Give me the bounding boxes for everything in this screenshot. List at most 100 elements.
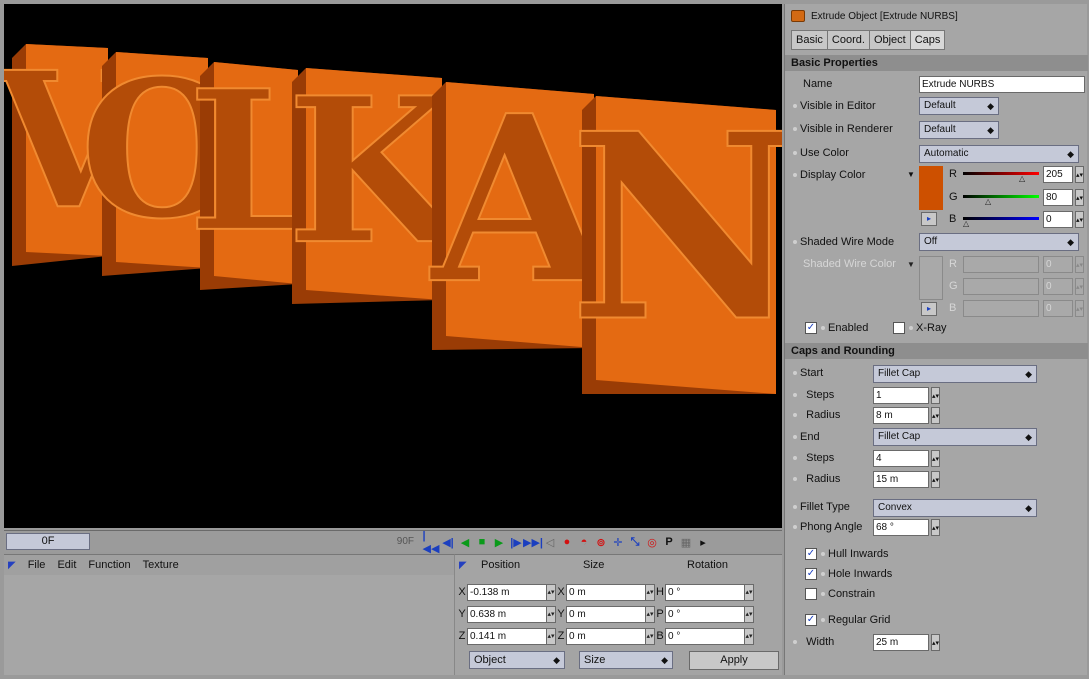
rotation-track-icon[interactable]: ◎ [645, 534, 659, 550]
start-steps-input[interactable]: 1 [873, 387, 929, 404]
animation-dot-icon[interactable] [793, 505, 797, 510]
size-mode-dropdown[interactable]: Size ◆ [579, 651, 673, 669]
size-y-input[interactable]: 0 m [566, 605, 646, 623]
color-r-stepper[interactable]: ▴▾ [1075, 166, 1084, 183]
regular-grid-checkbox[interactable]: ✓ [805, 614, 817, 626]
more-icon[interactable]: ▸ [696, 534, 710, 550]
animation-dot-icon[interactable] [909, 326, 913, 331]
tab-caps[interactable]: Caps [909, 30, 946, 50]
animation-dot-icon[interactable] [821, 326, 825, 331]
caps-and-rounding-header[interactable]: Caps and Rounding [785, 343, 1088, 359]
start-cap-dropdown[interactable]: Fillet Cap ◆ [873, 365, 1037, 383]
rotation-p-stepper[interactable]: ▴▾ [745, 605, 754, 623]
rotation-b-stepper[interactable]: ▴▾ [745, 627, 754, 645]
sound-icon[interactable]: ◁ [543, 534, 557, 550]
material-area[interactable] [4, 575, 454, 675]
slider-knob-icon[interactable]: △ [1019, 174, 1025, 183]
color-expand-icon[interactable]: ▼ [907, 168, 915, 182]
color-g-input[interactable]: 80 [1043, 189, 1073, 206]
wire-color-toggle-icon[interactable]: ▸ [921, 302, 937, 316]
current-frame-field[interactable]: 0F [6, 533, 90, 550]
animation-dot-icon[interactable] [793, 151, 797, 156]
scale-track-icon[interactable]: ⤡ [628, 534, 642, 550]
hole-inwards-checkbox[interactable]: ✓ [805, 568, 817, 580]
menu-texture[interactable]: Texture [143, 559, 179, 571]
menu-function[interactable]: Function [88, 559, 130, 571]
end-cap-dropdown[interactable]: Fillet Cap ◆ [873, 428, 1037, 446]
apply-button[interactable]: Apply [689, 651, 779, 670]
size-y-stepper[interactable]: ▴▾ [646, 605, 655, 623]
fillet-type-dropdown[interactable]: Convex ◆ [873, 499, 1037, 517]
animation-dot-icon[interactable] [793, 477, 797, 482]
animation-dot-icon[interactable] [793, 640, 797, 645]
start-steps-stepper[interactable]: ▴▾ [931, 387, 940, 404]
wire-color-expand-icon[interactable]: ▼ [907, 258, 915, 272]
animation-dot-icon[interactable] [793, 413, 797, 418]
record-icon[interactable]: ● [560, 534, 574, 550]
color-b-input[interactable]: 0 [1043, 211, 1073, 228]
letter-n-5[interactable]: N [568, 78, 782, 394]
play-backward-icon[interactable]: ◀ [458, 534, 472, 550]
animation-dot-icon[interactable] [793, 525, 797, 530]
play-forward-icon[interactable]: ▶ [492, 534, 506, 550]
visible-in-renderer-dropdown[interactable]: Default ◆ [919, 121, 999, 139]
tab-object[interactable]: Object [868, 30, 911, 50]
next-key-icon[interactable]: |▶ [509, 534, 523, 550]
menu-edit[interactable]: Edit [57, 559, 76, 571]
animation-dot-icon[interactable] [821, 618, 825, 623]
phong-angle-stepper[interactable]: ▴▾ [931, 519, 940, 536]
position-z-stepper[interactable]: ▴▾ [547, 627, 556, 645]
animation-dot-icon[interactable] [793, 104, 797, 109]
animation-dot-icon[interactable] [821, 572, 825, 577]
menu-file[interactable]: File [28, 559, 46, 571]
animation-dot-icon[interactable] [821, 592, 825, 597]
hull-inwards-checkbox[interactable]: ✓ [805, 548, 817, 560]
size-z-input[interactable]: 0 m [566, 627, 646, 645]
prev-key-icon[interactable]: ◀| [441, 534, 455, 550]
visible-in-editor-dropdown[interactable]: Default ◆ [919, 97, 999, 115]
color-b-slider[interactable]: △ [963, 213, 1039, 228]
start-radius-input[interactable]: 8 m [873, 407, 929, 424]
position-x-stepper[interactable]: ▴▾ [547, 583, 556, 601]
shaded-wire-mode-dropdown[interactable]: Off ◆ [919, 233, 1079, 251]
slider-knob-icon[interactable]: △ [963, 219, 969, 228]
pla-track-icon[interactable]: ▦ [679, 534, 693, 550]
color-picker-toggle-icon[interactable]: ▸ [921, 212, 937, 226]
tab-basic[interactable]: Basic [791, 30, 828, 50]
position-y-stepper[interactable]: ▴▾ [547, 605, 556, 623]
phong-angle-input[interactable]: 68 ° [873, 519, 929, 536]
size-x-input[interactable]: 0 m [566, 583, 646, 601]
animation-dot-icon[interactable] [793, 435, 797, 440]
stop-icon[interactable]: ■ [475, 534, 489, 550]
slider-knob-icon[interactable]: △ [985, 197, 991, 206]
rotation-b-input[interactable]: 0 ° [665, 627, 745, 645]
start-radius-stepper[interactable]: ▴▾ [931, 407, 940, 424]
position-x-input[interactable]: -0.138 m [467, 583, 547, 601]
name-input[interactable]: Extrude NURBS [919, 76, 1085, 93]
color-r-input[interactable]: 205 [1043, 166, 1073, 183]
size-z-stepper[interactable]: ▴▾ [646, 627, 655, 645]
constrain-checkbox[interactable]: ✓ [805, 588, 817, 600]
rotation-h-stepper[interactable]: ▴▾ [745, 583, 754, 601]
position-y-input[interactable]: 0.638 m [467, 605, 547, 623]
position-track-icon[interactable]: ✛ [611, 534, 625, 550]
coords-arrow-icon[interactable]: ◤ [459, 559, 467, 575]
coord-mode-dropdown[interactable]: Object ◆ [469, 651, 565, 669]
display-color-swatch[interactable] [919, 166, 943, 210]
color-g-stepper[interactable]: ▴▾ [1075, 189, 1084, 206]
animation-dot-icon[interactable] [793, 371, 797, 376]
xray-checkbox[interactable]: ✓ [893, 322, 905, 334]
animation-dot-icon[interactable] [821, 552, 825, 557]
end-radius-input[interactable]: 15 m [873, 471, 929, 488]
width-stepper[interactable]: ▴▾ [931, 634, 940, 651]
parameter-track-icon[interactable]: P [662, 534, 676, 550]
animation-dot-icon[interactable] [793, 456, 797, 461]
rotation-p-input[interactable]: 0 ° [665, 605, 745, 623]
position-z-input[interactable]: 0.141 m [467, 627, 547, 645]
animation-dot-icon[interactable] [793, 240, 797, 245]
animation-dot-icon[interactable] [793, 127, 797, 132]
use-color-dropdown[interactable]: Automatic ◆ [919, 145, 1079, 163]
3d-viewport[interactable]: VOLKAN [4, 4, 782, 528]
animation-dot-icon[interactable] [793, 173, 797, 178]
end-steps-input[interactable]: 4 [873, 450, 929, 467]
